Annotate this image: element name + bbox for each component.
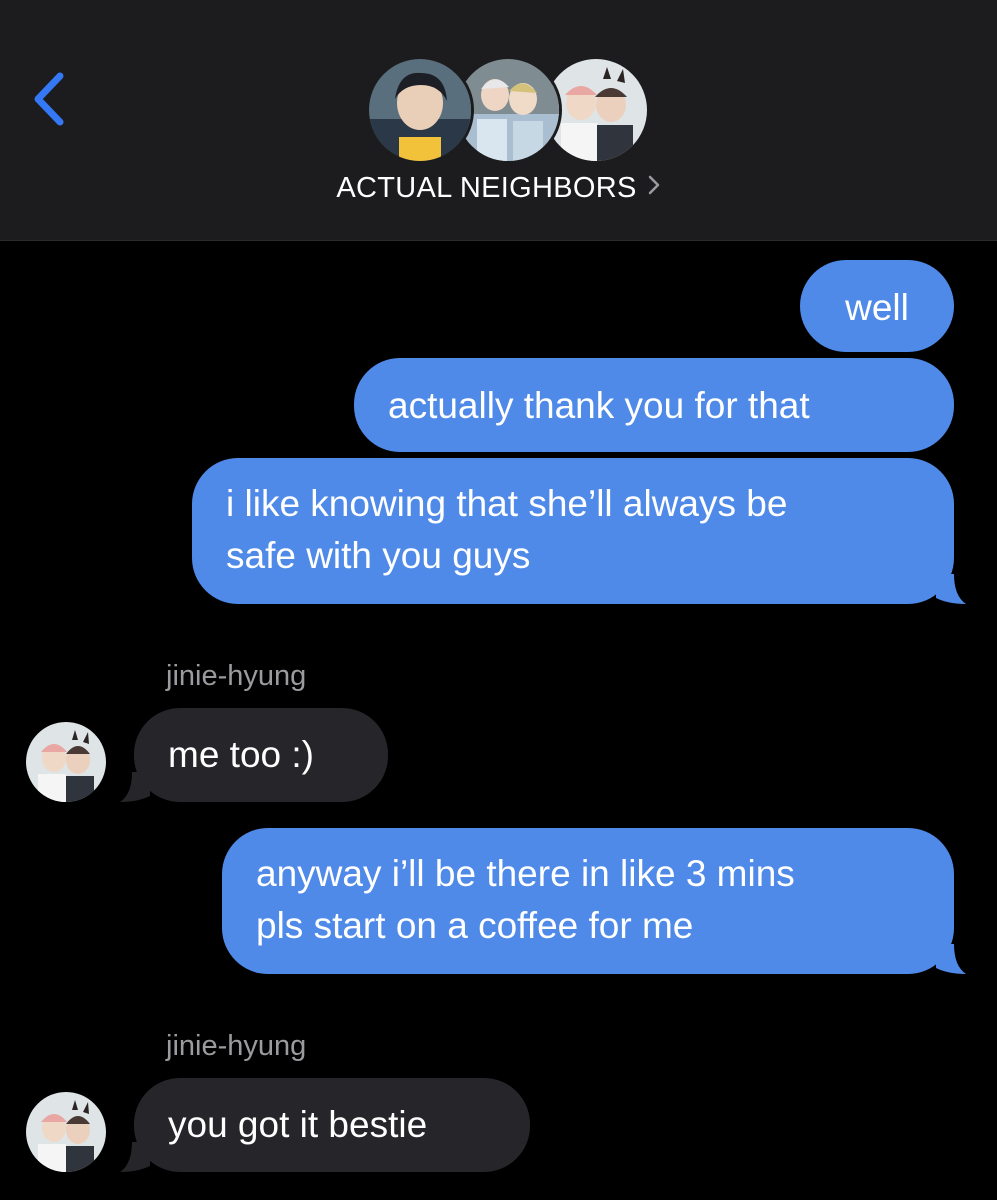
incoming-message-bubble[interactable]: you got it bestie (134, 1078, 530, 1172)
conversation-header: ACTUAL NEIGHBORS (0, 0, 997, 241)
sender-name: jinie-hyung (166, 1030, 307, 1062)
bubble-tail (120, 1142, 150, 1172)
message-text-line: pls start on a coffee for me (256, 905, 694, 946)
outgoing-message-bubble[interactable]: well (800, 260, 954, 352)
group-avatar-1 (366, 56, 474, 164)
outgoing-message-bubble[interactable]: actually thank you for that (354, 358, 954, 452)
sender-name: jinie-hyung (166, 660, 307, 692)
group-avatars[interactable] (366, 56, 650, 164)
conversation-title[interactable]: ACTUAL NEIGHBORS (0, 172, 997, 206)
chevron-right-icon (647, 171, 661, 204)
message-text-line: safe with you guys (226, 535, 531, 576)
group-name: ACTUAL NEIGHBORS (336, 172, 637, 204)
sender-avatar[interactable] (26, 1092, 106, 1172)
message-text: me too :) (168, 734, 314, 775)
bubble-tail (936, 944, 966, 974)
bubble-tail (120, 772, 150, 802)
message-text: you got it bestie (168, 1104, 428, 1145)
bubble-tail (936, 574, 966, 604)
message-text-line: anyway i’ll be there in like 3 mins (256, 853, 795, 894)
message-text: well (845, 287, 909, 328)
incoming-message-bubble[interactable]: me too :) (134, 708, 388, 802)
outgoing-message-bubble[interactable]: i like knowing that she’ll always be saf… (192, 458, 954, 604)
chevron-left-icon (34, 72, 64, 126)
message-text-line: i like knowing that she’ll always be (226, 483, 788, 524)
sender-avatar[interactable] (26, 722, 106, 802)
message-text: actually thank you for that (388, 385, 810, 426)
outgoing-message-bubble[interactable]: anyway i’ll be there in like 3 mins pls … (222, 828, 954, 974)
back-button[interactable] (24, 62, 84, 136)
